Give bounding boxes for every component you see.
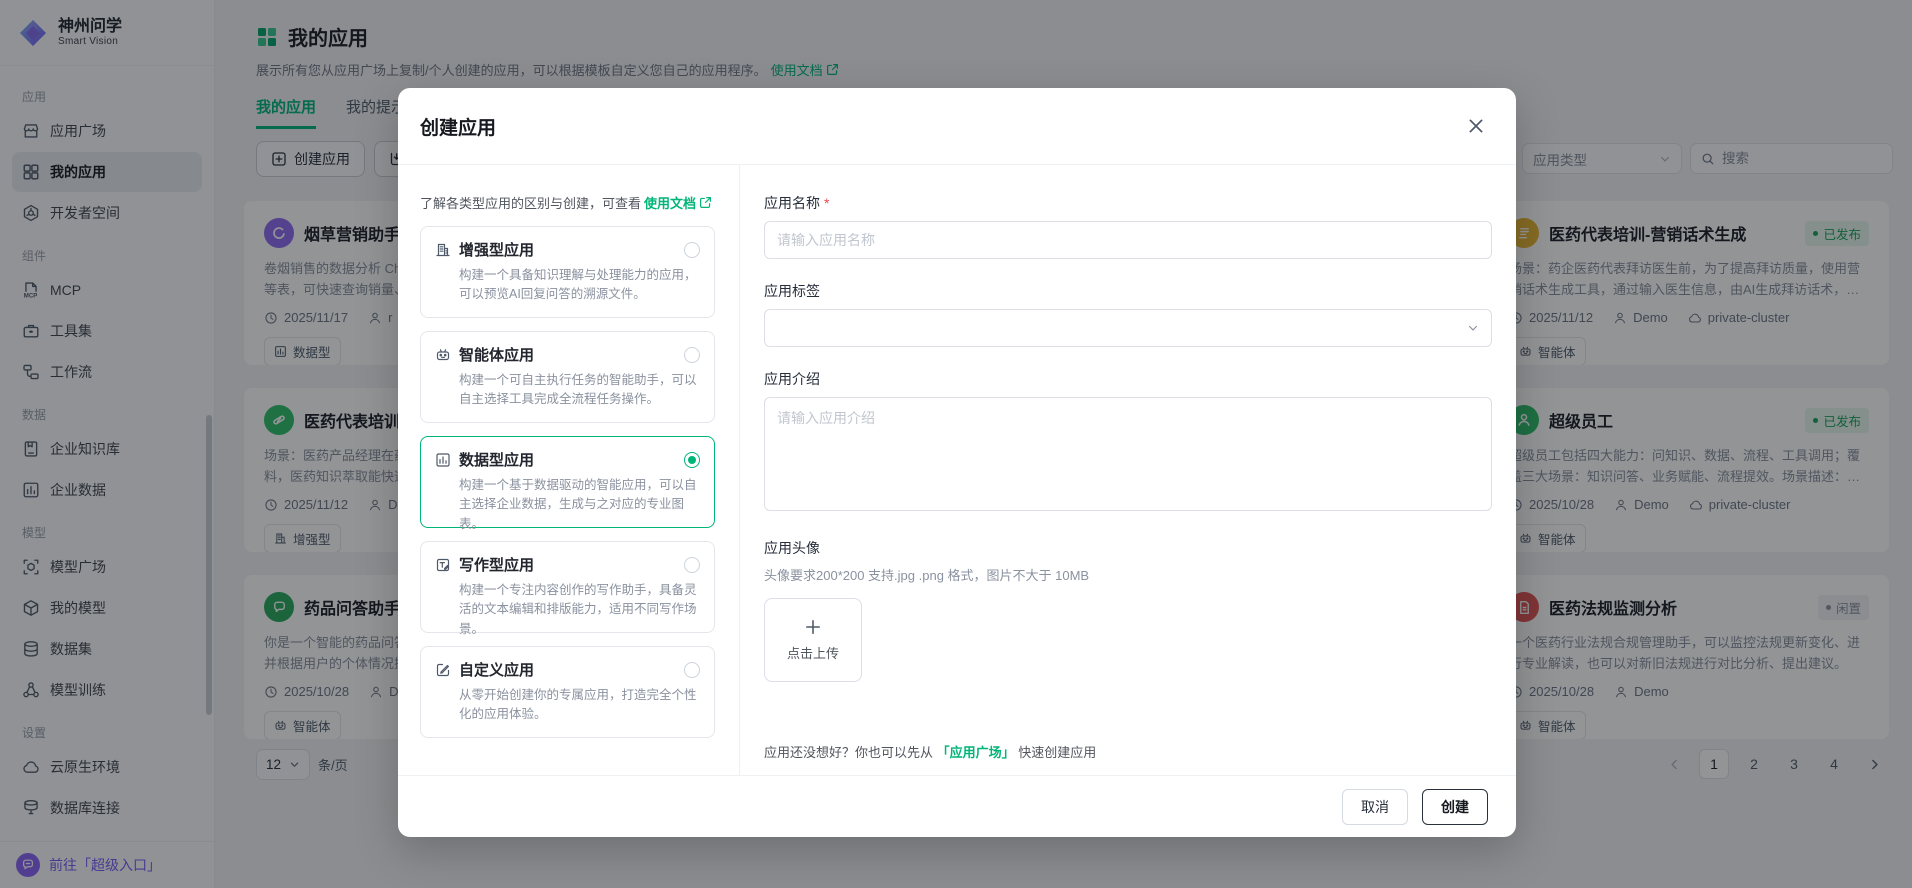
avatar-upload-button[interactable]: 点击上传 bbox=[764, 598, 862, 682]
upload-label: 点击上传 bbox=[787, 643, 839, 662]
modal-doc-link-label: 使用文档 bbox=[644, 193, 696, 212]
type-option-desc: 构建一个专注内容创作的写作助手，具备灵活的文本编辑和排版能力，适用不同写作场景。 bbox=[435, 581, 700, 639]
type-option-name: 自定义应用 bbox=[459, 659, 676, 680]
cancel-button[interactable]: 取消 bbox=[1342, 789, 1408, 825]
radio-unchecked-icon[interactable] bbox=[684, 662, 700, 678]
bar-chart-icon bbox=[435, 452, 451, 468]
app-name-input[interactable] bbox=[764, 221, 1492, 259]
pencil-square-icon bbox=[435, 662, 451, 678]
app-tag-label: 应用标签 bbox=[764, 281, 1492, 301]
radio-checked-icon[interactable] bbox=[684, 452, 700, 468]
type-intro-text: 了解各类型应用的区别与创建，可查看 bbox=[420, 193, 641, 212]
type-option-writing[interactable]: 写作型应用 构建一个专注内容创作的写作助手，具备灵活的文本编辑和排版能力，适用不… bbox=[420, 541, 715, 633]
type-option-name: 写作型应用 bbox=[459, 554, 676, 575]
app-type-list: 增强型应用 构建一个具备知识理解与处理能力的应用，可以预览AI回复问答的溯源文件… bbox=[420, 226, 715, 738]
radio-unchecked-icon[interactable] bbox=[684, 557, 700, 573]
required-asterisk: * bbox=[824, 195, 829, 211]
app-type-panel: 了解各类型应用的区别与创建，可查看 使用文档 增强型应用 构建一个具备知识理解与… bbox=[398, 165, 740, 775]
type-option-agent[interactable]: 智能体应用 构建一个可自主执行任务的智能助手，可以自主选择工具完成全流程任务操作… bbox=[420, 331, 715, 423]
create-app-modal: 创建应用 了解各类型应用的区别与创建，可查看 使用文档 增强型应用 bbox=[398, 88, 1516, 837]
modal-footer-hint: 应用还没想好？你也可以先从 「应用广场」 快速创建应用 bbox=[764, 742, 1096, 761]
radio-unchecked-icon[interactable] bbox=[684, 347, 700, 363]
modal-doc-link[interactable]: 使用文档 bbox=[644, 193, 712, 212]
create-button[interactable]: 创建 bbox=[1422, 789, 1488, 825]
footer-hint-suffix: 快速创建应用 bbox=[1015, 745, 1097, 760]
building-icon bbox=[435, 242, 451, 258]
type-intro: 了解各类型应用的区别与创建，可查看 使用文档 bbox=[420, 193, 715, 212]
type-option-name: 智能体应用 bbox=[459, 344, 676, 365]
text-edit-icon bbox=[435, 557, 451, 573]
radio-unchecked-icon[interactable] bbox=[684, 242, 700, 258]
plus-icon bbox=[804, 618, 822, 636]
type-option-enhanced[interactable]: 增强型应用 构建一个具备知识理解与处理能力的应用，可以预览AI回复问答的溯源文件… bbox=[420, 226, 715, 318]
app-name-label: 应用名称* bbox=[764, 193, 1492, 213]
modal-footer: 取消 创建 bbox=[398, 775, 1516, 837]
type-option-custom[interactable]: 自定义应用 从零开始创建你的专属应用，打造完全个性化的应用体验。 bbox=[420, 646, 715, 738]
type-option-desc: 构建一个可自主执行任务的智能助手，可以自主选择工具完成全流程任务操作。 bbox=[435, 371, 700, 410]
create-app-form: 应用名称* 应用标签 应用介绍 应用头像 头像要求200*200 支持.jpg … bbox=[740, 165, 1516, 775]
app-tag-select[interactable] bbox=[764, 309, 1492, 347]
type-option-desc: 构建一个基于数据驱动的智能应用，可以自主选择企业数据，生成与之对应的专业图表。 bbox=[435, 476, 700, 534]
app-intro-textarea[interactable] bbox=[764, 397, 1492, 511]
app-plaza-link[interactable]: 「应用广场」 bbox=[937, 745, 1015, 760]
app-intro-label: 应用介绍 bbox=[764, 369, 1492, 389]
type-option-desc: 构建一个具备知识理解与处理能力的应用，可以预览AI回复问答的溯源文件。 bbox=[435, 266, 700, 305]
app-avatar-label: 应用头像 bbox=[764, 538, 1492, 558]
footer-hint-prefix: 应用还没想好？你也可以先从 bbox=[764, 745, 937, 760]
type-option-desc: 从零开始创建你的专属应用，打造完全个性化的应用体验。 bbox=[435, 686, 700, 725]
robot-icon bbox=[435, 347, 451, 363]
modal-title: 创建应用 bbox=[420, 113, 496, 140]
type-option-name: 数据型应用 bbox=[459, 449, 676, 470]
external-link-icon bbox=[699, 196, 712, 209]
avatar-requirements-hint: 头像要求200*200 支持.jpg .png 格式，图片不大于 10MB bbox=[764, 565, 1492, 584]
modal-header: 创建应用 bbox=[398, 88, 1516, 165]
close-icon[interactable] bbox=[1462, 112, 1490, 140]
type-option-data[interactable]: 数据型应用 构建一个基于数据驱动的智能应用，可以自主选择企业数据，生成与之对应的… bbox=[420, 436, 715, 528]
type-option-name: 增强型应用 bbox=[459, 239, 676, 260]
chevron-down-icon bbox=[1467, 322, 1479, 334]
